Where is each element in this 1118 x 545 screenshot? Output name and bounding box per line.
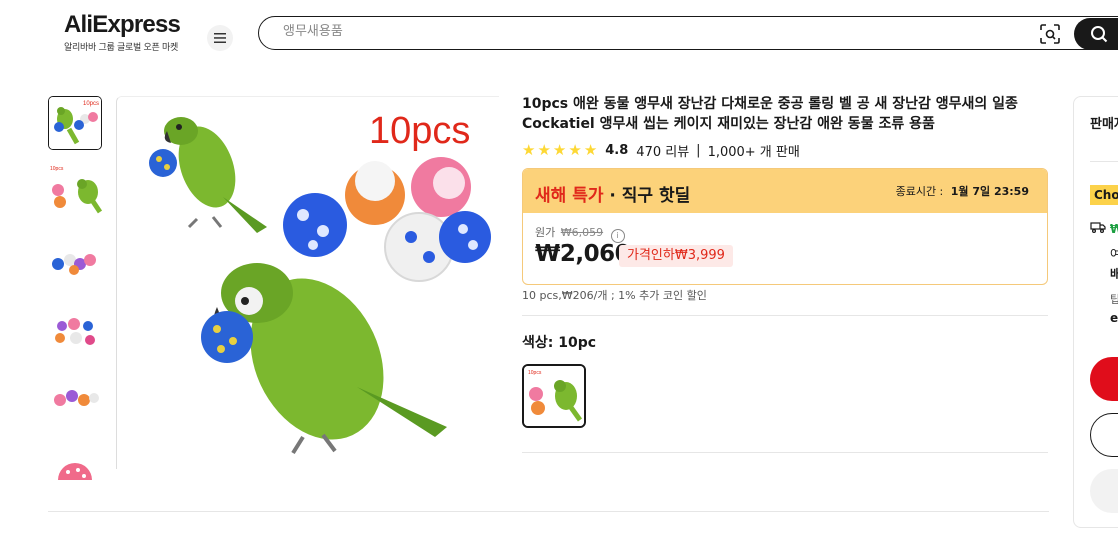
thumbnail-image: 10pcs <box>49 97 101 149</box>
deal-banner: 새해 특가 · 직구 핫딜 종료시간 : 1월 7일 23:59 <box>523 169 1047 213</box>
color-option-image: 10pcs <box>524 366 584 426</box>
original-price-label: 원가 <box>535 226 556 239</box>
star-icon: ★ <box>583 141 598 159</box>
divider <box>522 452 1048 453</box>
sale-price: ₩2,060 <box>535 241 631 267</box>
menu-button[interactable] <box>207 25 233 51</box>
original-price-value: ₩6,059 <box>560 226 604 239</box>
thumbnail-4[interactable] <box>48 300 102 354</box>
shipping-text-3: 팁 <box>1110 291 1118 307</box>
star-icon: ★ <box>568 141 582 159</box>
thumbnail-image <box>48 300 102 354</box>
section-divider <box>48 511 1049 512</box>
deal-end-value: 1월 7일 23:59 <box>950 185 1029 198</box>
thumbnail-6[interactable] <box>48 436 102 480</box>
color-label: 색상: 10pc <box>522 335 597 351</box>
thumbnail-image <box>48 436 102 480</box>
search-icon <box>1091 26 1108 43</box>
deal-name-rest: · 직구 핫딜 <box>609 186 691 206</box>
divider <box>1090 161 1118 162</box>
shipping-row: ₩ <box>1090 221 1118 236</box>
product-photo: 10pcs <box>117 97 499 469</box>
sold-count: 1,000+ 개 판매 <box>707 145 800 160</box>
shipping-text-2: 배 <box>1110 265 1118 282</box>
svg-text:10pcs: 10pcs <box>528 370 542 376</box>
seller-link[interactable]: 판매자 <box>1090 113 1118 132</box>
main-product-image[interactable]: 10pcs <box>116 96 499 469</box>
logo-tagline: 알리바바 그룹 글로벌 오픈 마켓 <box>64 43 178 53</box>
share-button[interactable] <box>1090 469 1118 513</box>
buy-now-button[interactable] <box>1090 357 1118 401</box>
logo-text: AliExpress <box>64 11 181 38</box>
image-search-button[interactable] <box>1039 23 1061 45</box>
rating-value: 4.8 <box>605 143 629 158</box>
choice-badge: Choice <box>1090 185 1118 205</box>
image-label: 10pcs <box>369 110 470 152</box>
thumbnail-3[interactable] <box>48 232 102 286</box>
rating-stars: ★ ★ ★ ★ ★ <box>522 143 597 158</box>
shipping-price: ₩ <box>1110 222 1118 236</box>
add-to-cart-button[interactable] <box>1090 413 1118 457</box>
camera-scan-icon <box>1040 24 1060 44</box>
search-button[interactable] <box>1074 18 1118 50</box>
search-bar <box>258 16 1118 50</box>
unit-price-info: 10 pcs,₩206/개 ; 1% 추가 코인 할인 <box>522 289 707 302</box>
divider <box>522 315 1048 316</box>
star-icon: ★ <box>522 141 536 159</box>
purchase-panel: 판매자 Choice ₩ 여 배 팁 e <box>1073 96 1118 528</box>
product-title: 10pcs 애완 동물 앵무새 장난감 다채로운 중공 롤링 벨 공 새 장난감… <box>522 96 1018 132</box>
thumbnail-image <box>48 232 102 286</box>
thumbnail-5[interactable] <box>48 368 102 422</box>
svg-text:10pcs: 10pcs <box>83 101 99 107</box>
rating-row: ★ ★ ★ ★ ★ 4.8 470 리뷰 | 1,000+ 개 판매 <box>522 141 800 161</box>
thumbnail-1[interactable]: 10pcs <box>48 96 102 150</box>
color-option-10pc[interactable]: 10pcs <box>522 364 586 428</box>
star-icon: ★ <box>537 141 551 159</box>
deal-name-highlight: 새해 특가 <box>535 186 604 206</box>
review-count-link[interactable]: 470 리뷰 <box>636 141 689 160</box>
thumbnail-2[interactable]: 10pcs <box>48 164 102 218</box>
star-icon: ★ <box>552 141 567 159</box>
shipping-text-4: e <box>1110 311 1118 325</box>
deal-name: 새해 특가 · 직구 핫딜 <box>535 181 690 206</box>
truck-icon <box>1090 222 1110 236</box>
separator: | <box>696 143 701 158</box>
aliexpress-logo[interactable]: AliExpress 알리바바 그룹 글로벌 오픈 마켓 <box>64 11 194 54</box>
svg-text:10pcs: 10pcs <box>50 166 64 172</box>
deal-end-time: 종료시간 : 1월 7일 23:59 <box>896 183 1029 199</box>
thumbnail-image: 10pcs <box>48 164 102 218</box>
thumbnail-image <box>48 368 102 422</box>
shipping-text-1: 여 <box>1110 245 1118 262</box>
deal-end-label: 종료시간 : <box>895 185 944 198</box>
discount-badge: 가격인하₩3,999 <box>619 245 733 267</box>
hamburger-icon <box>214 33 226 43</box>
search-input[interactable] <box>283 24 983 39</box>
